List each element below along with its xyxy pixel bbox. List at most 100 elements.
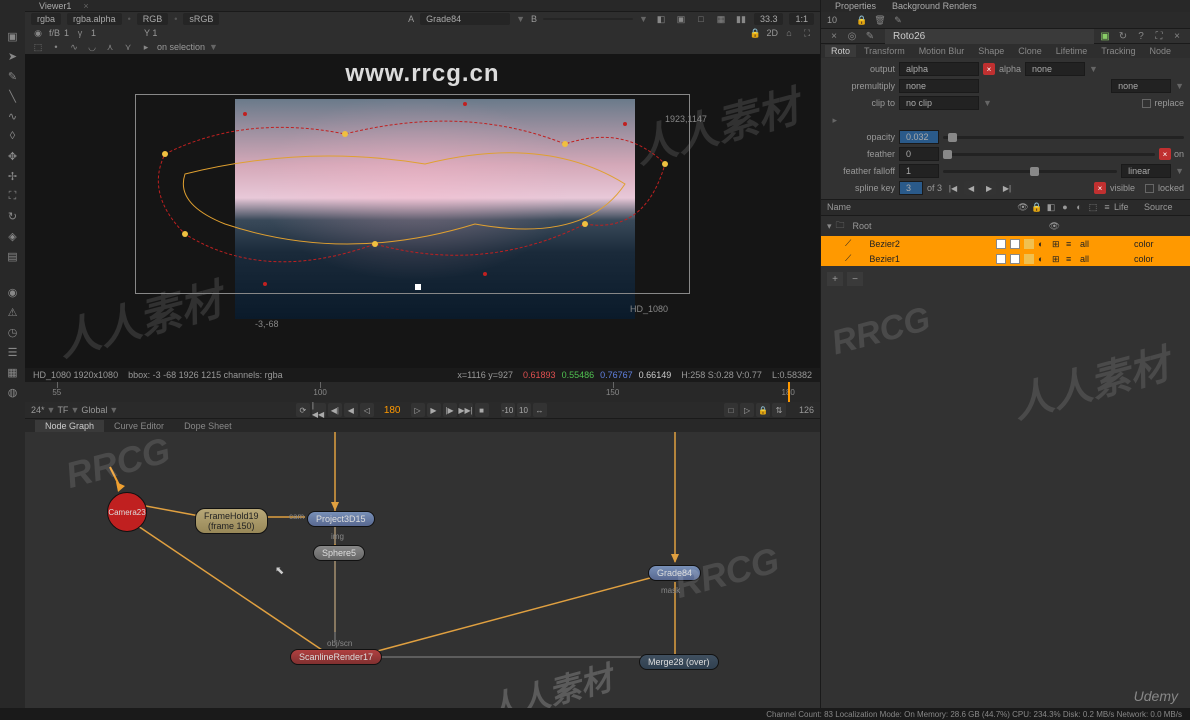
splinekey-field[interactable]: 3: [899, 181, 923, 195]
motion2[interactable]: ≡: [1066, 254, 1076, 264]
premultiply-dropdown[interactable]: none: [899, 79, 979, 93]
plus2[interactable]: ⊞: [1052, 254, 1062, 264]
buffer-a-value[interactable]: Grade84: [420, 13, 510, 25]
falloff-field[interactable]: 1: [899, 164, 939, 178]
bezier-icon[interactable]: ⋎: [121, 40, 135, 54]
timeline-ruler[interactable]: 55100150180: [25, 382, 820, 402]
node-grade[interactable]: Grade84: [648, 565, 701, 581]
expand-icon[interactable]: ▸: [827, 115, 837, 126]
clip-dropdown[interactable]: no clip: [899, 96, 979, 110]
stop-button[interactable]: ■: [475, 403, 489, 417]
param-tab-tracking[interactable]: Tracking: [1095, 45, 1141, 57]
color-swatch[interactable]: [1024, 239, 1034, 249]
roi-icon[interactable]: □: [694, 12, 708, 26]
warn-tool-icon[interactable]: ⚠: [5, 304, 21, 320]
point-icon[interactable]: •: [49, 40, 63, 54]
proxy-percent[interactable]: 33.3: [754, 13, 784, 25]
fstop-value[interactable]: f/B: [49, 28, 60, 38]
channel-rgba[interactable]: rgba: [31, 13, 61, 25]
node-merge[interactable]: Merge28 (over): [639, 654, 719, 670]
remove-layer-button[interactable]: −: [847, 272, 863, 286]
lock-icon[interactable]: 🔒: [748, 26, 762, 40]
tab-properties[interactable]: Properties: [827, 0, 884, 12]
feather-slider[interactable]: [943, 153, 1155, 156]
tab-dope-sheet[interactable]: Dope Sheet: [174, 420, 242, 432]
play-back-button[interactable]: ◁: [360, 403, 374, 417]
chk2b[interactable]: [1010, 254, 1020, 264]
tab-bg-renders[interactable]: Background Renders: [884, 0, 985, 12]
param-tab-motionblur[interactable]: Motion Blur: [913, 45, 971, 57]
transform-tool-icon[interactable]: ✥: [5, 148, 21, 164]
scale-value[interactable]: 1:1: [789, 13, 814, 25]
feather-field[interactable]: 0: [899, 147, 939, 161]
output-dropdown[interactable]: alpha: [899, 62, 979, 76]
enable-icon[interactable]: ▣: [1098, 29, 1112, 43]
current-frame[interactable]: 180: [376, 405, 409, 416]
selection-mode[interactable]: on selection: [157, 42, 205, 52]
sample-icon[interactable]: ◉: [31, 26, 45, 40]
lock-panels-icon[interactable]: 🔒: [855, 13, 869, 27]
last-frame-button[interactable]: ▶▶|: [459, 403, 473, 417]
channel-srgb[interactable]: sRGB: [183, 13, 219, 25]
locked-checkbox[interactable]: [1145, 184, 1154, 193]
line-tool-icon[interactable]: ╲: [5, 88, 21, 104]
lock-range-icon[interactable]: 🔒: [756, 403, 770, 417]
fit-icon[interactable]: ⛶: [800, 26, 814, 40]
inv2[interactable]: ◐: [1038, 254, 1048, 264]
plus[interactable]: ⊞: [1052, 239, 1062, 249]
chk1b[interactable]: [996, 254, 1006, 264]
loop-icon[interactable]: ⟳: [296, 403, 310, 417]
cube-tool-icon[interactable]: ◈: [5, 228, 21, 244]
param-tab-clone[interactable]: Clone: [1012, 45, 1048, 57]
node-name-field[interactable]: Roto26: [885, 29, 1094, 44]
fps-field[interactable]: 24*: [31, 405, 45, 415]
visible-checkbox[interactable]: ×: [1094, 182, 1106, 194]
motion[interactable]: ≡: [1066, 239, 1076, 249]
param-tab-lifetime[interactable]: Lifetime: [1050, 45, 1094, 57]
param-tab-roto[interactable]: Roto: [825, 45, 856, 57]
zoom-y[interactable]: Y 1: [144, 28, 157, 38]
pause-icon[interactable]: ▮▮: [734, 12, 748, 26]
scale-tool-icon[interactable]: ⛶: [5, 188, 21, 204]
param-tab-shape[interactable]: Shape: [972, 45, 1010, 57]
cusp-icon[interactable]: ⋏: [103, 40, 117, 54]
node-graph[interactable]: Camera23 FrameHold19 (frame 150) Project…: [25, 432, 820, 720]
channel-rgb[interactable]: RGB: [137, 13, 169, 25]
help-icon[interactable]: ?: [1134, 29, 1148, 43]
bounce-icon[interactable]: ↔: [533, 403, 547, 417]
node-wrench-icon[interactable]: ✎: [863, 29, 877, 43]
home-icon[interactable]: ⌂: [782, 26, 796, 40]
falloff-mode[interactable]: linear: [1121, 164, 1171, 178]
first-frame-button[interactable]: |◀◀: [312, 403, 326, 417]
clock-tool-icon[interactable]: ◷: [5, 324, 21, 340]
node-close-icon[interactable]: ⛶: [1152, 29, 1166, 43]
key-last-button[interactable]: ▶|: [1000, 181, 1014, 195]
viewer-area[interactable]: www.rrcg.cn 人人素材 人人素材 1923,1147 -3,-68 H…: [25, 54, 820, 368]
x-icon[interactable]: ×: [983, 63, 995, 75]
node-framehold[interactable]: FrameHold19 (frame 150): [195, 508, 268, 534]
viewer-tab[interactable]: Viewer1: [31, 0, 79, 12]
stack-tool-icon[interactable]: ▤: [5, 248, 21, 264]
node-camera[interactable]: Camera23: [107, 492, 147, 532]
pencil-tool-icon[interactable]: ✎: [5, 68, 21, 84]
chk2[interactable]: [1010, 239, 1020, 249]
opacity-slider[interactable]: [943, 136, 1184, 139]
anchor-tool-icon[interactable]: ◊: [5, 128, 21, 144]
premultiply-mode-dropdown[interactable]: none: [1111, 79, 1171, 93]
rotate-tool-icon[interactable]: ↻: [5, 208, 21, 224]
clip-icon[interactable]: ▣: [674, 12, 688, 26]
step-back-button[interactable]: ◀: [344, 403, 358, 417]
in-icon[interactable]: □: [724, 403, 738, 417]
key-prev-button[interactable]: ◀: [964, 181, 978, 195]
layer-bezier1[interactable]: ⟋ Bezier1 ◐ ⊞ ≡ all color: [821, 251, 1190, 266]
key-next-button[interactable]: ▶: [982, 181, 996, 195]
smooth-icon[interactable]: ◡: [85, 40, 99, 54]
all-icon[interactable]: ⬚: [31, 40, 45, 54]
opacity-field[interactable]: 0.032: [899, 130, 939, 144]
color-swatch-2[interactable]: [1024, 254, 1034, 264]
close-node-icon[interactable]: ×: [827, 29, 841, 43]
scope-field[interactable]: Global: [81, 405, 107, 415]
node-x-icon[interactable]: ×: [1170, 29, 1184, 43]
eye-tool-icon[interactable]: ◉: [5, 284, 21, 300]
falloff-slider[interactable]: [943, 170, 1117, 173]
